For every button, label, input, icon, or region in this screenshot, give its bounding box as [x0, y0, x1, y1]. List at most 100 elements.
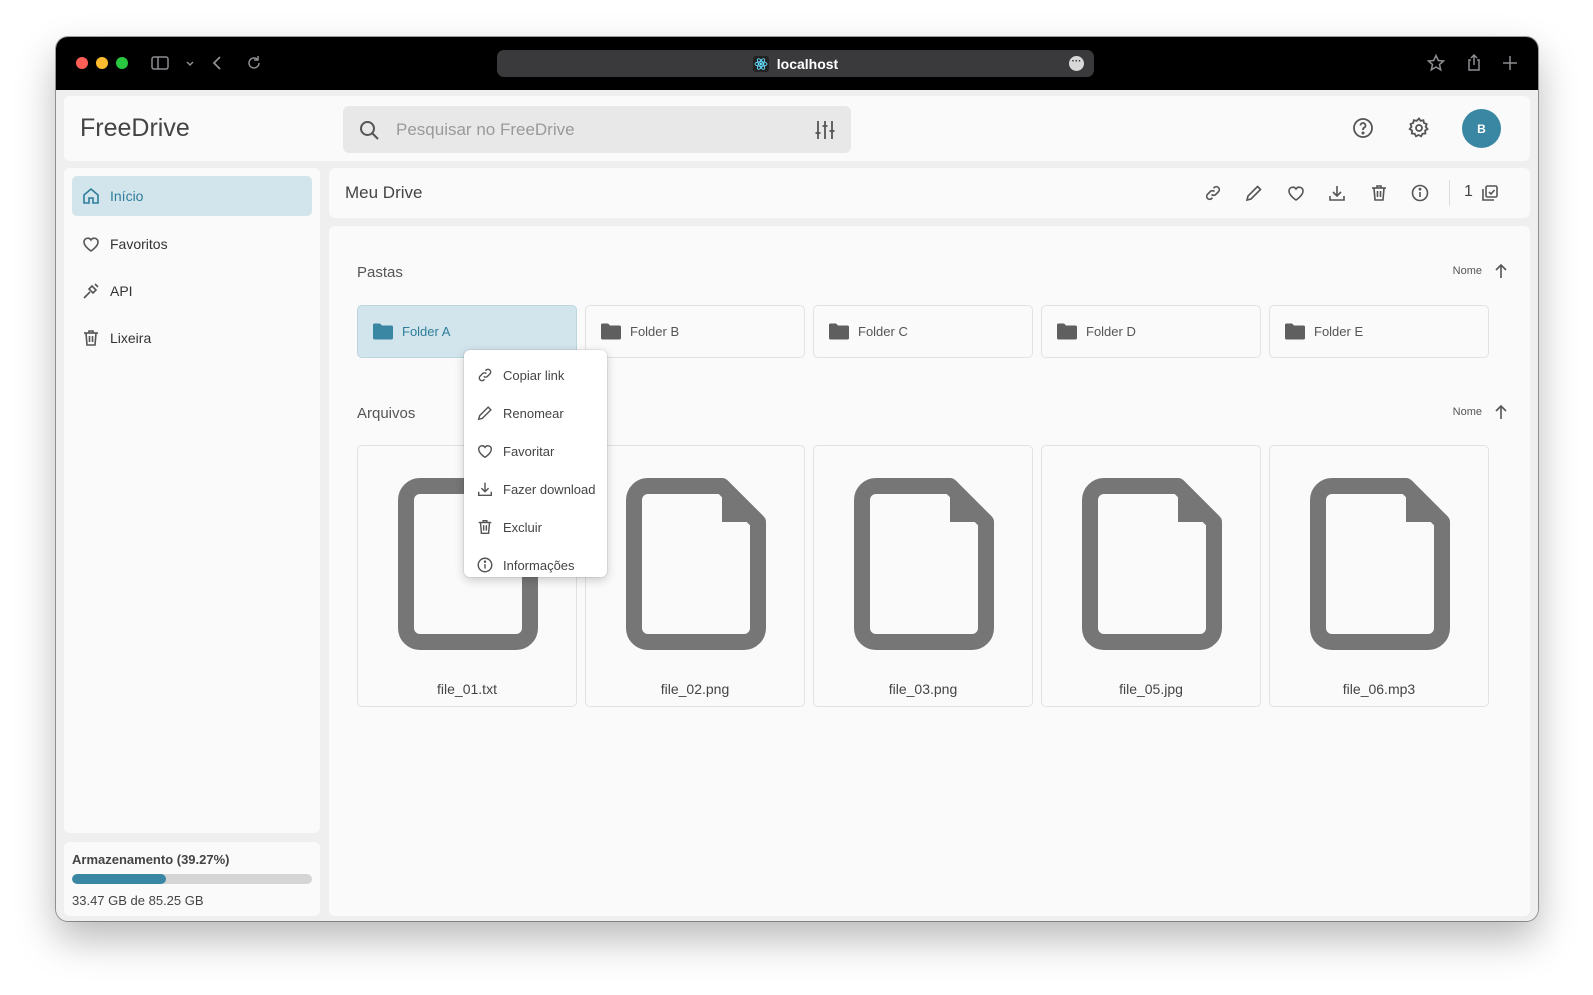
brand-logo-text[interactable]: FreeDrive — [80, 114, 190, 143]
menu-item-download[interactable]: Fazer download — [464, 470, 607, 508]
sort-label: Nome — [1452, 265, 1482, 277]
arrow-up-icon[interactable] — [1492, 262, 1510, 280]
search-input[interactable] — [396, 116, 796, 143]
menu-item-label: Informações — [503, 557, 575, 573]
sidebar-item-api[interactable]: API — [72, 271, 312, 311]
folder-name: Folder C — [858, 324, 908, 339]
info-icon[interactable] — [1410, 183, 1430, 203]
sort-label: Nome — [1452, 406, 1482, 418]
help-icon[interactable] — [1351, 116, 1375, 140]
chevron-down-icon[interactable] — [180, 53, 194, 73]
folder-card[interactable]: Folder D — [1041, 305, 1261, 358]
menu-item-label: Favoritar — [503, 443, 555, 459]
file-card[interactable]: file_06.mp3 — [1269, 445, 1489, 707]
storage-title: Armazenamento (39.27%) — [72, 852, 230, 867]
trash-icon[interactable] — [1369, 183, 1389, 203]
url-text: localhost — [776, 55, 839, 72]
pencil-icon — [477, 406, 492, 421]
file-name: file_06.mp3 — [1342, 681, 1416, 697]
sidebar-item-label: Início — [110, 188, 144, 204]
folder-name: Folder D — [1086, 324, 1136, 339]
download-icon[interactable] — [1327, 183, 1347, 203]
arrow-up-icon[interactable] — [1492, 403, 1510, 421]
file-card[interactable]: file_05.jpg — [1041, 445, 1261, 707]
bookmark-star-icon[interactable] — [1426, 53, 1446, 73]
storage-panel: Armazenamento (39.27%) 33.47 GB de 85.25… — [64, 842, 320, 916]
download-icon — [477, 482, 493, 497]
menu-item-info[interactable]: Informações — [464, 546, 607, 584]
content-toolbar: Meu Drive 1 — [329, 168, 1530, 218]
reload-icon[interactable] — [244, 53, 264, 73]
files-sort-control[interactable]: Nome — [1453, 403, 1510, 421]
browser-toolbar: localhost ··· — [56, 37, 1538, 90]
files-section-title: Arquivos — [357, 405, 416, 422]
page-title: Meu Drive — [345, 183, 423, 202]
plug-icon — [83, 283, 99, 299]
sidebar-toggle-icon[interactable] — [150, 53, 170, 73]
storage-progress-fill — [72, 874, 167, 884]
heart-icon[interactable] — [1286, 183, 1306, 203]
maximize-window-button[interactable] — [116, 57, 128, 69]
folder-icon — [1285, 323, 1305, 340]
heart-icon — [83, 237, 99, 252]
menu-item-label: Excluir — [503, 519, 543, 535]
folder-icon — [829, 323, 849, 340]
toolbar-divider — [1449, 180, 1450, 206]
info-icon — [477, 557, 493, 573]
file-card[interactable]: file_03.png — [813, 445, 1033, 707]
document-icon — [854, 478, 994, 650]
storage-usage-text: 33.47 GB de 85.25 GB — [72, 893, 204, 908]
folder-name: Folder E — [1314, 324, 1364, 339]
storage-progress-bar — [72, 874, 312, 884]
trash-icon — [478, 519, 492, 535]
search-box[interactable] — [343, 106, 851, 153]
folders-sort-control[interactable]: Nome — [1453, 262, 1510, 280]
file-card[interactable]: file_02.png — [585, 445, 805, 707]
close-window-button[interactable] — [76, 57, 88, 69]
menu-item-favorite[interactable]: Favoritar — [464, 432, 607, 470]
pencil-icon[interactable] — [1244, 183, 1264, 203]
sidebar-item-label: Favoritos — [110, 236, 168, 252]
folders-section-title: Pastas — [357, 264, 403, 281]
file-name: file_01.txt — [437, 681, 497, 697]
sidebar-item-inicio[interactable]: Início — [72, 176, 312, 216]
menu-item-delete[interactable]: Excluir — [464, 508, 607, 546]
back-icon[interactable] — [208, 53, 228, 73]
address-bar[interactable]: localhost ··· — [497, 50, 1094, 77]
folder-card[interactable]: Folder B — [585, 305, 805, 358]
sidebar-item-lixeira[interactable]: Lixeira — [72, 318, 312, 358]
menu-item-label: Copiar link — [503, 367, 565, 383]
file-name: file_05.jpg — [1119, 681, 1183, 697]
app-header: FreeDrive B — [64, 96, 1530, 161]
folder-icon — [373, 323, 393, 340]
folder-name: Folder A — [402, 324, 451, 339]
react-favicon-icon — [752, 55, 769, 72]
selection-count: 1 — [1464, 183, 1473, 200]
link-icon[interactable] — [1203, 183, 1223, 203]
page-options-icon[interactable]: ··· — [1069, 56, 1084, 71]
home-icon — [83, 187, 99, 204]
menu-item-copy-link[interactable]: Copiar link — [464, 356, 607, 394]
new-tab-icon[interactable] — [1500, 53, 1520, 73]
context-menu: Copiar link Renomear Favoritar Fazer dow… — [464, 350, 607, 577]
sidebar-item-favoritos[interactable]: Favoritos — [72, 224, 312, 264]
minimize-window-button[interactable] — [96, 57, 108, 69]
trash-icon — [84, 330, 98, 346]
folder-icon — [1057, 323, 1077, 340]
browser-window: localhost ··· FreeDrive B — [56, 37, 1538, 921]
gear-icon[interactable] — [1407, 116, 1431, 140]
heart-icon — [477, 445, 493, 459]
sidebar: Início Favoritos API Lixeira — [64, 168, 320, 833]
filter-tune-icon[interactable] — [813, 118, 837, 142]
select-all-icon[interactable] — [1480, 183, 1500, 203]
folder-card[interactable]: Folder E — [1269, 305, 1489, 358]
file-name: file_02.png — [660, 681, 730, 697]
document-icon — [1310, 478, 1450, 650]
freedrive-app: FreeDrive B Início Favoritos API — [56, 90, 1538, 921]
share-icon[interactable] — [1464, 53, 1484, 73]
folder-icon — [601, 323, 621, 340]
search-icon[interactable] — [357, 118, 381, 142]
menu-item-rename[interactable]: Renomear — [464, 394, 607, 432]
user-avatar[interactable]: B — [1462, 109, 1501, 148]
folder-card[interactable]: Folder C — [813, 305, 1033, 358]
